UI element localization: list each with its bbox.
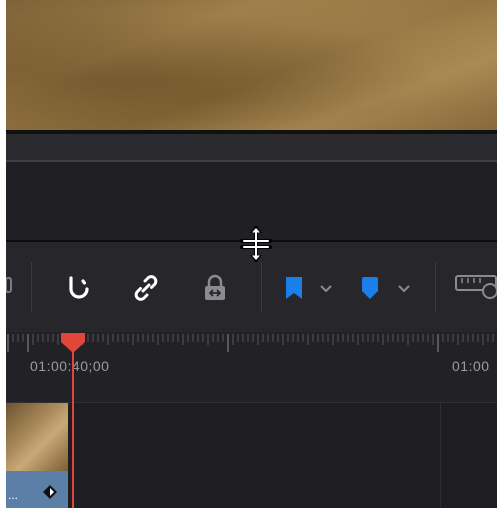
zoom-icon[interactable] — [454, 272, 497, 302]
editor-frame: 01:00:40;00 01:00 ... — [6, 0, 497, 508]
toolbar-separator — [435, 262, 436, 312]
playhead-handle-icon[interactable] — [60, 332, 86, 359]
viewer-scrubber-bar[interactable] — [6, 134, 497, 162]
ruler-timecode-label: 01:00:40;00 — [30, 358, 110, 374]
video-track[interactable] — [6, 403, 497, 508]
toolbar-separator — [261, 262, 262, 312]
link-icon[interactable] — [128, 270, 164, 306]
ruler-timecode-label-next: 01:00 — [452, 358, 490, 374]
position-lock-icon[interactable] — [197, 270, 233, 306]
trim-tool-icon[interactable] — [6, 274, 12, 296]
toolbar-separator — [31, 262, 32, 312]
resize-cursor-icon — [239, 224, 273, 269]
track-gridline — [440, 403, 441, 508]
flag-icon[interactable] — [282, 272, 306, 304]
clip-thumbnail[interactable] — [6, 403, 68, 471]
marker-dropdown-chevron-down-icon[interactable] — [396, 280, 412, 296]
viewer-image — [6, 0, 497, 134]
flag-dropdown-chevron-down-icon[interactable] — [318, 280, 334, 296]
marker-icon[interactable] — [358, 272, 382, 304]
clip-name: ... — [8, 488, 19, 502]
snapping-icon[interactable] — [61, 270, 97, 306]
keyframe-diamond-icon[interactable] — [42, 484, 58, 505]
playhead-line[interactable] — [72, 340, 74, 508]
